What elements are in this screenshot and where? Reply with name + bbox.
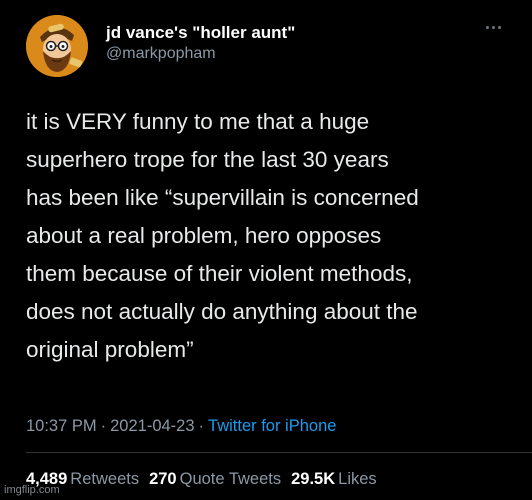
tweet-meta: 10:37 PM · 2021-04-23 · Twitter for iPhone <box>26 417 336 436</box>
tweet-card: jd vance's "holler aunt" @markpopham it … <box>0 0 532 500</box>
quotes-label: Quote Tweets <box>179 470 282 488</box>
author-handle[interactable]: @markpopham <box>106 45 216 63</box>
tweet-text-line: superhero trope for the last 30 years <box>26 147 389 172</box>
more-options-button[interactable] <box>480 20 506 34</box>
divider <box>26 452 532 453</box>
tweet-source-link[interactable]: Twitter for iPhone <box>208 417 336 435</box>
likes-count: 29.5K <box>291 470 336 488</box>
tweet-stats: 4,489 Retweets 270 Quote Tweets 29.5K Likes <box>26 470 377 489</box>
tweet-text-line: it is VERY funny to me that a huge <box>26 109 370 134</box>
meta-separator: · <box>100 417 107 435</box>
author-display-name[interactable]: jd vance's "holler aunt" <box>106 23 295 43</box>
likes-label: Likes <box>338 470 377 488</box>
tweet-time[interactable]: 10:37 PM <box>26 417 97 435</box>
tweet-text-line: has been like “supervillain is concerned <box>26 185 419 210</box>
quotes-count: 270 <box>149 470 177 488</box>
more-dots-icon <box>485 25 501 29</box>
tweet-text-line: about a real problem, hero opposes <box>26 223 382 248</box>
quote-tweets-stat[interactable]: 270 Quote Tweets <box>149 470 281 489</box>
tweet-text-line: does not actually do anything about the <box>26 299 418 324</box>
tweet-date[interactable]: 2021-04-23 <box>110 417 194 435</box>
tweet-text: it is VERY funny to me that a huge super… <box>26 103 516 369</box>
cartoon-avatar-icon <box>26 15 88 77</box>
meta-separator: · <box>198 417 205 435</box>
avatar[interactable] <box>26 15 88 77</box>
likes-stat[interactable]: 29.5K Likes <box>291 470 377 489</box>
watermark: imgflip.com <box>4 484 60 496</box>
retweets-label: Retweets <box>70 470 140 488</box>
tweet-text-line: them because of their violent methods, <box>26 261 413 286</box>
tweet-text-line: original problem” <box>26 337 194 362</box>
